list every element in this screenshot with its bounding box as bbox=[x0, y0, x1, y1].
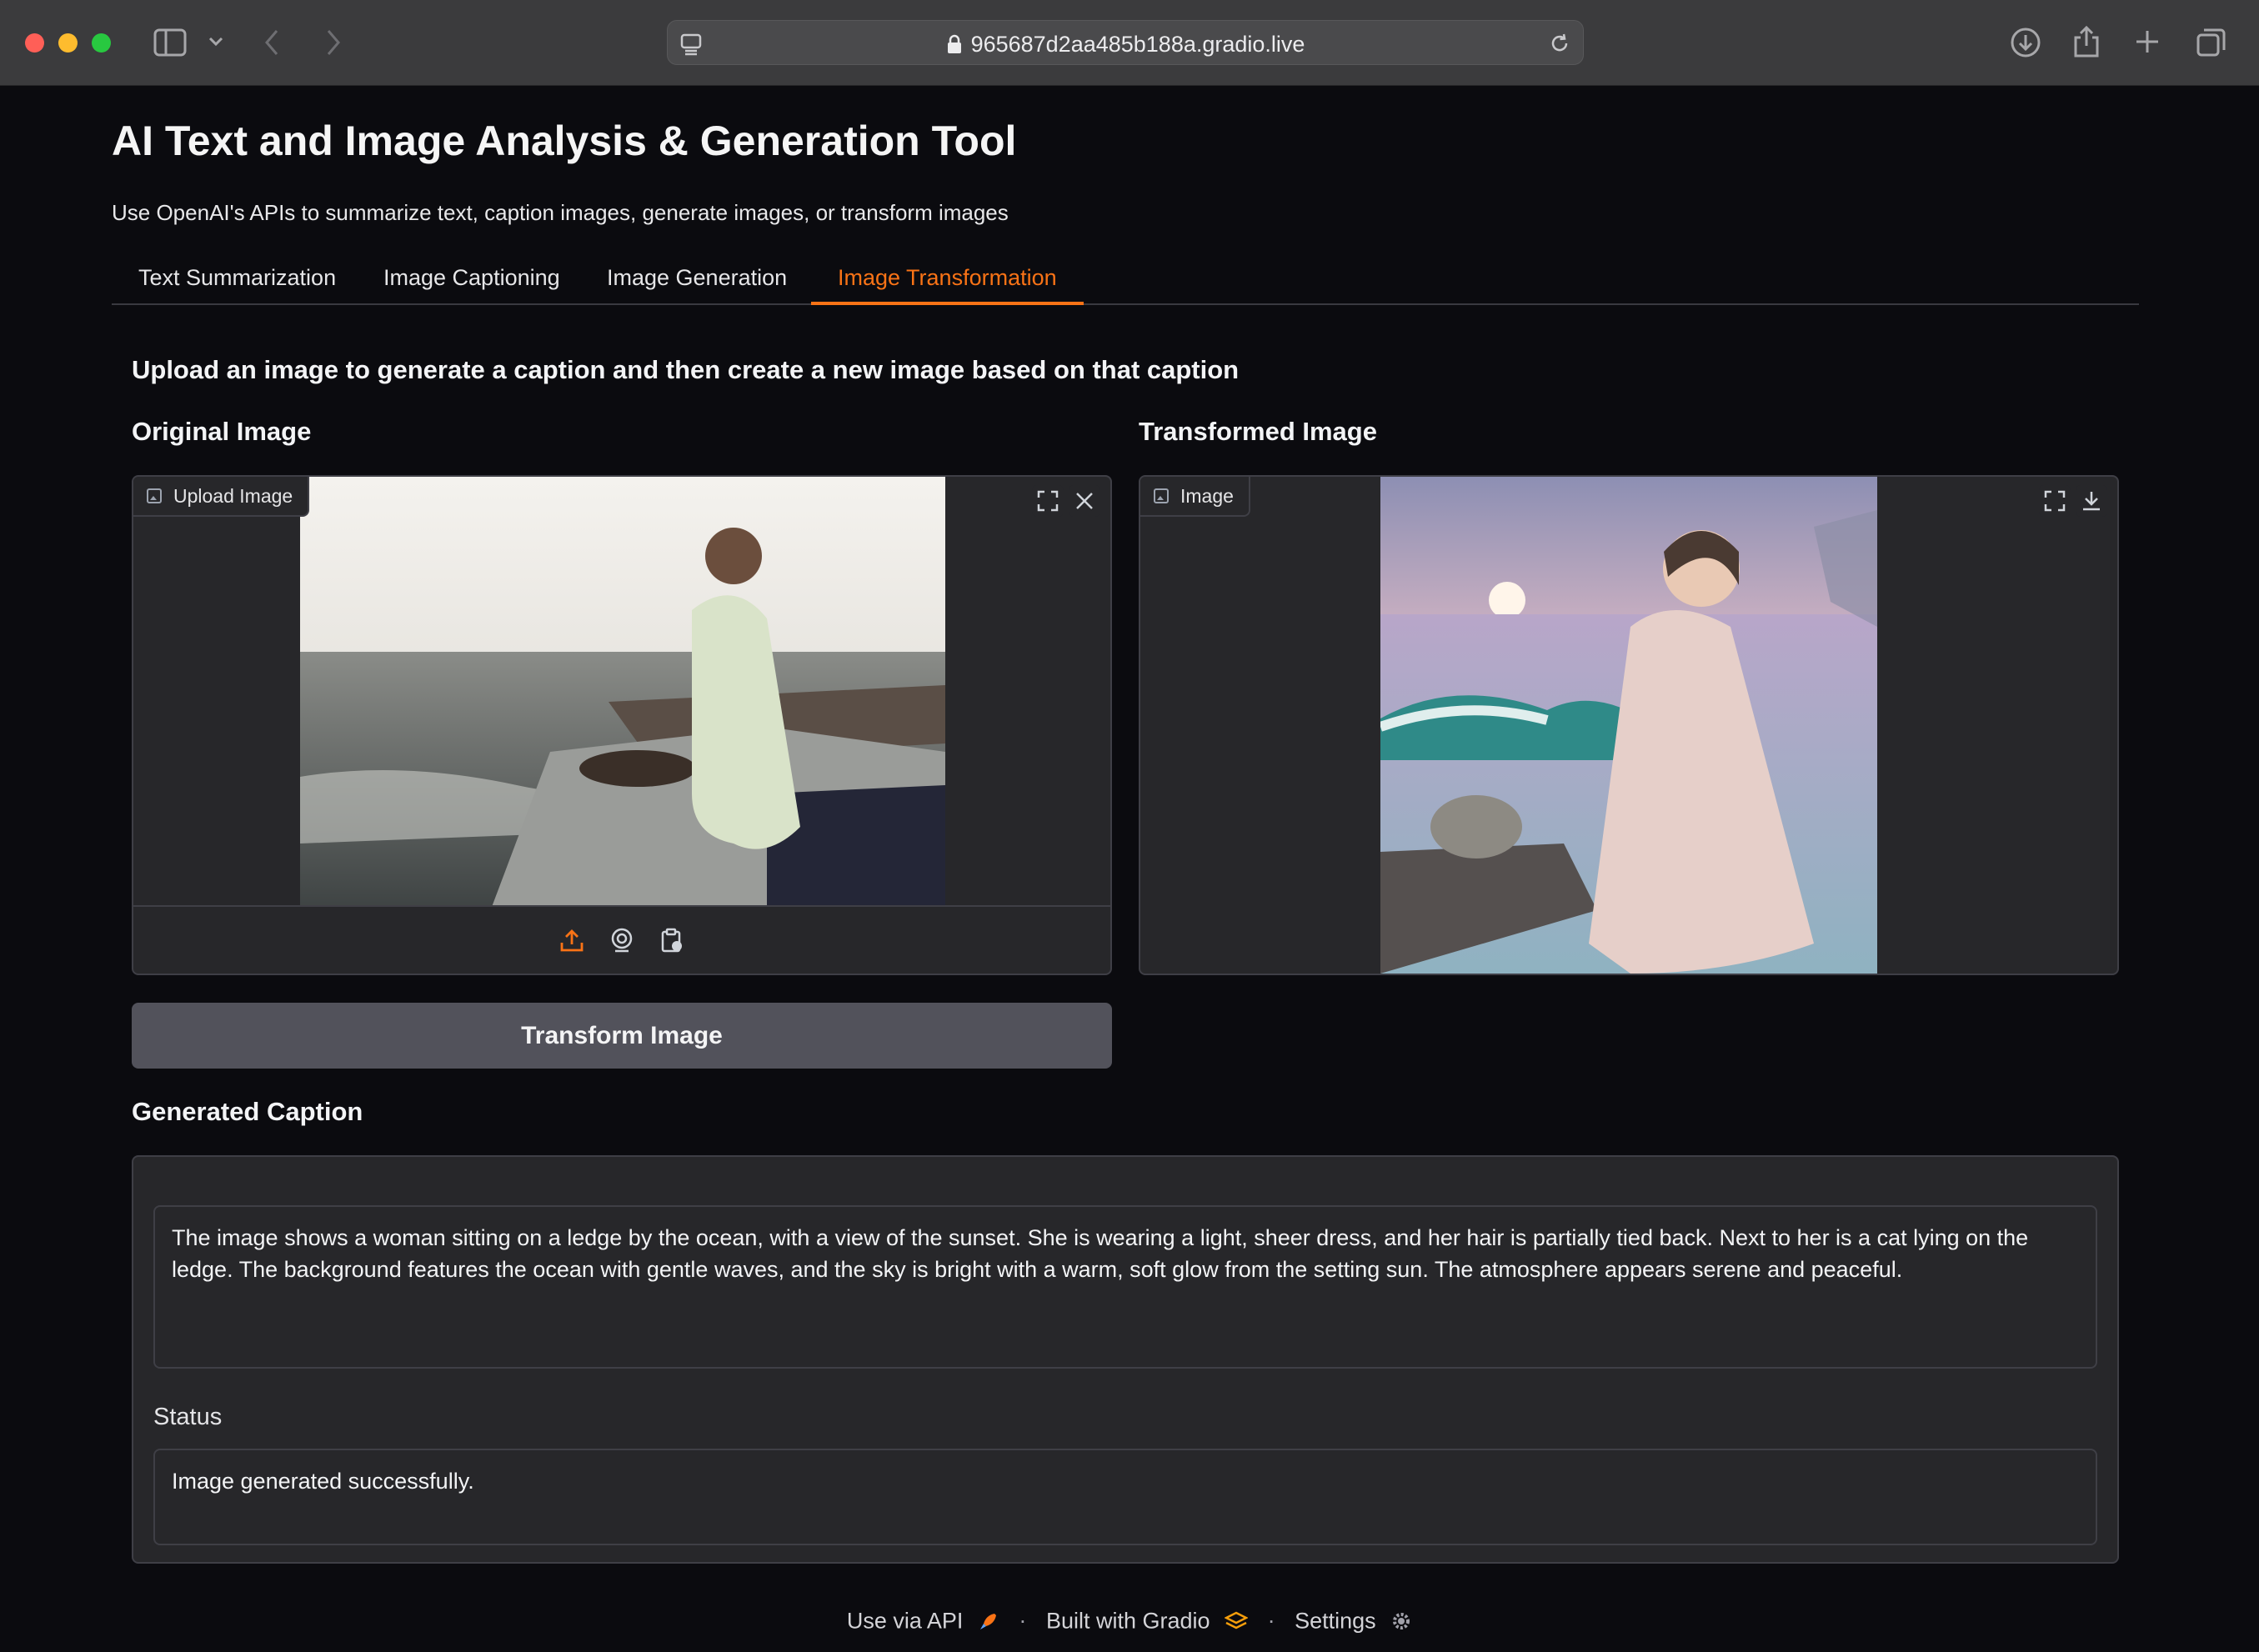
gradio-logo-icon bbox=[1224, 1611, 1249, 1629]
fullscreen-icon bbox=[2044, 490, 2066, 512]
url-display: 965687d2aa485b188a.gradio.live bbox=[668, 32, 1583, 58]
chevron-down-icon[interactable] bbox=[208, 37, 223, 47]
tab-text-summarization[interactable]: Text Summarization bbox=[112, 255, 363, 305]
clipboard-icon bbox=[661, 928, 682, 953]
image-icon bbox=[147, 488, 162, 503]
original-image-label: Original Image bbox=[132, 417, 312, 446]
webcam-source-button[interactable] bbox=[605, 924, 639, 957]
generated-caption-textarea[interactable]: The image shows a woman sitting on a led… bbox=[153, 1205, 2097, 1369]
image-chip-label: Image bbox=[1180, 484, 1234, 507]
original-image-panel[interactable]: Upload Image bbox=[132, 475, 1112, 975]
browser-toolbar: 965687d2aa485b188a.gradio.live bbox=[0, 0, 2259, 86]
back-arrow-icon[interactable] bbox=[263, 28, 280, 57]
use-via-api-link[interactable]: Use via API bbox=[847, 1608, 964, 1633]
footer-separator: · bbox=[1267, 1608, 1275, 1634]
fullscreen-button[interactable] bbox=[1032, 485, 1064, 517]
reload-icon[interactable] bbox=[1548, 32, 1571, 55]
webcam-icon bbox=[611, 928, 633, 953]
image-chip: Image bbox=[1140, 477, 1250, 517]
image-source-toolbar bbox=[133, 905, 1110, 974]
page-description: Use OpenAI's APIs to summarize text, cap… bbox=[112, 200, 1009, 225]
download-button[interactable] bbox=[2076, 485, 2107, 517]
section-heading: Upload an image to generate a caption an… bbox=[132, 355, 1240, 384]
tab-overview-icon[interactable] bbox=[2196, 27, 2227, 58]
upload-icon bbox=[560, 929, 584, 952]
upload-source-button[interactable] bbox=[555, 924, 589, 957]
fullscreen-icon bbox=[1037, 490, 1059, 512]
lock-icon bbox=[947, 34, 961, 53]
fullscreen-button[interactable] bbox=[2039, 485, 2071, 517]
rocket-icon bbox=[979, 1613, 996, 1629]
zoom-window-button[interactable] bbox=[92, 33, 111, 53]
minimize-window-button[interactable] bbox=[58, 33, 78, 53]
transformed-image bbox=[1380, 477, 1877, 974]
close-window-button[interactable] bbox=[25, 33, 44, 53]
forward-arrow-icon[interactable] bbox=[325, 28, 342, 57]
new-tab-icon[interactable] bbox=[2134, 28, 2161, 55]
clipboard-source-button[interactable] bbox=[655, 924, 689, 957]
original-image bbox=[300, 477, 945, 907]
footer-separator: · bbox=[1019, 1608, 1027, 1634]
footer: Use via API · Built with Gradio · Settin… bbox=[0, 1607, 2259, 1634]
transformed-image-panel: Image bbox=[1139, 475, 2119, 975]
gear-icon bbox=[1393, 1612, 1410, 1629]
downloads-icon[interactable] bbox=[2010, 27, 2041, 58]
sidebar-toggle-icon[interactable] bbox=[153, 28, 187, 57]
clear-image-button[interactable] bbox=[1069, 485, 1100, 517]
built-with-gradio-link[interactable]: Built with Gradio bbox=[1046, 1608, 1210, 1633]
settings-link[interactable]: Settings bbox=[1295, 1608, 1376, 1633]
status-label: Status bbox=[153, 1404, 223, 1430]
status-textbox[interactable]: Image generated successfully. bbox=[153, 1449, 2097, 1545]
tab-image-generation[interactable]: Image Generation bbox=[580, 255, 814, 305]
transform-image-button[interactable]: Transform Image bbox=[132, 1003, 1112, 1069]
tab-bar: Text Summarization Image Captioning Imag… bbox=[112, 255, 2139, 305]
address-bar[interactable]: 965687d2aa485b188a.gradio.live bbox=[667, 20, 1584, 65]
close-icon bbox=[1076, 493, 1093, 509]
share-icon[interactable] bbox=[2072, 25, 2101, 58]
generated-caption-heading: Generated Caption bbox=[132, 1097, 363, 1126]
image-icon bbox=[1154, 488, 1169, 503]
upload-image-chip: Upload Image bbox=[133, 477, 310, 517]
tab-image-captioning[interactable]: Image Captioning bbox=[357, 255, 587, 305]
upload-image-chip-label: Upload Image bbox=[173, 484, 293, 507]
url-text: 965687d2aa485b188a.gradio.live bbox=[970, 32, 1305, 57]
transformed-image-label: Transformed Image bbox=[1139, 417, 1377, 446]
download-icon bbox=[2083, 492, 2100, 511]
tab-image-transformation[interactable]: Image Transformation bbox=[811, 255, 1084, 305]
page-title: AI Text and Image Analysis & Generation … bbox=[112, 118, 1017, 164]
